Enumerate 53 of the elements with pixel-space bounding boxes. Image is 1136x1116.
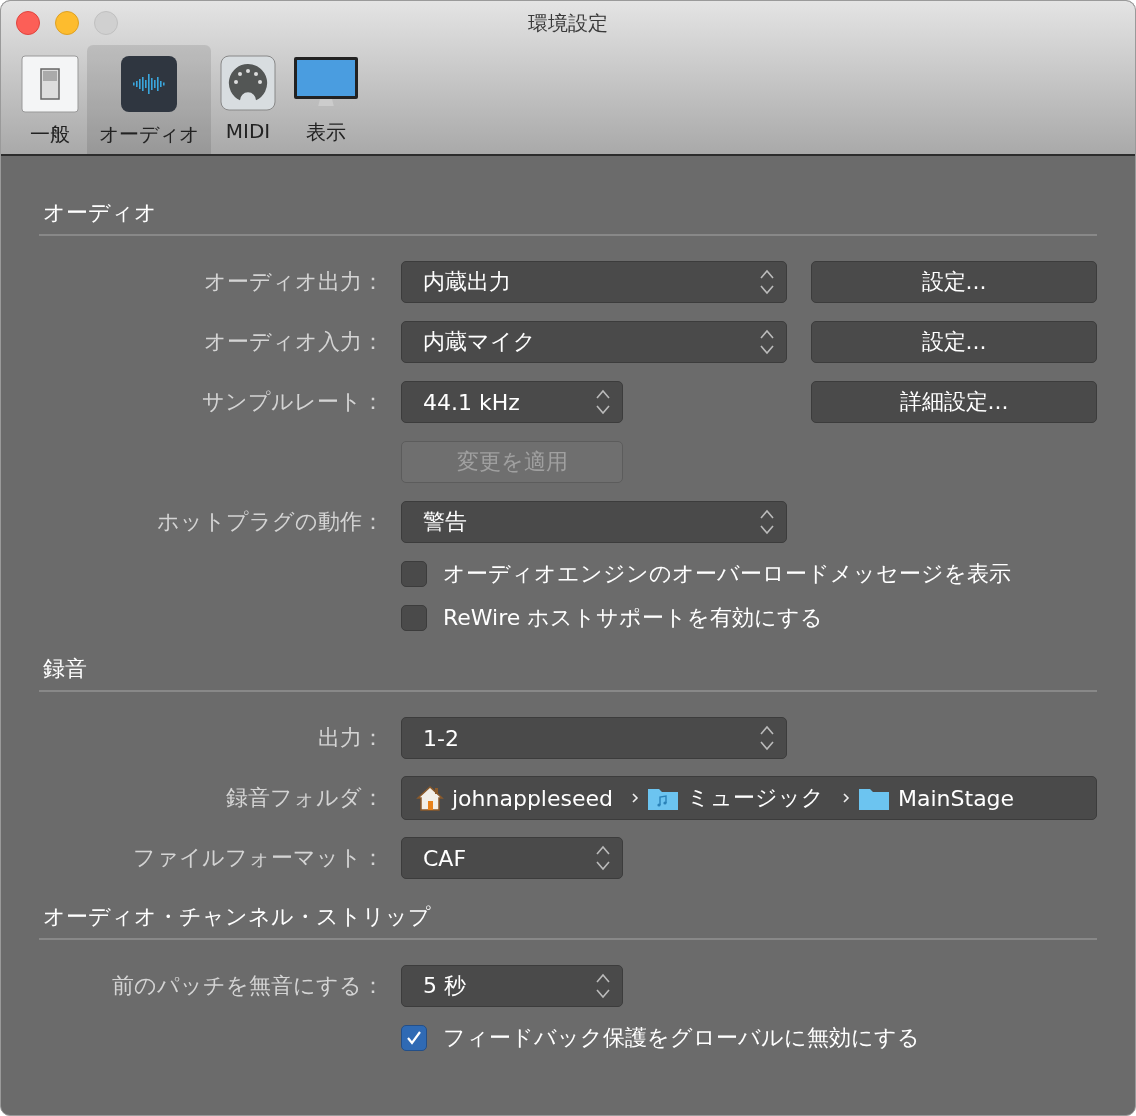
checkmark-icon (405, 1029, 423, 1047)
stepper-arrows-icon (760, 329, 774, 355)
checkbox[interactable] (401, 561, 427, 587)
field-label: 出力： (317, 724, 385, 752)
stepper-arrows-icon (596, 845, 610, 871)
settings-button[interactable]: 設定... (811, 261, 1097, 303)
settings-button[interactable]: 詳細設定... (811, 381, 1097, 423)
section-heading: オーディオ・チャンネル・ストリップ (43, 903, 432, 931)
chevron-icon (842, 792, 850, 804)
folder-name: ミュージック (687, 784, 824, 812)
field-label: オーディオ入力： (203, 328, 385, 356)
field-label: オーディオ出力： (203, 268, 385, 296)
checkbox-label: フィードバック保護をグローバルに無効にする (443, 1024, 920, 1052)
stepper-arrows-icon (596, 389, 610, 415)
section-heading: オーディオ (43, 199, 158, 227)
zoom-button[interactable] (94, 11, 118, 35)
window-title: 環境設定 (528, 9, 608, 37)
folder-name: johnappleseed (452, 785, 613, 811)
popup-menu[interactable]: CAF (401, 837, 623, 879)
path-control[interactable]: johnappleseed ミュージック MainStage (401, 776, 1097, 820)
field-label: サンプルレート： (201, 388, 385, 416)
popup-menu[interactable]: 内蔵マイク (401, 321, 787, 363)
minimize-button[interactable] (55, 11, 79, 35)
waveform-icon (120, 55, 178, 113)
midi-connector-icon (220, 55, 276, 111)
checkbox[interactable] (401, 1025, 427, 1051)
toolbar-tab[interactable]: 表示 (285, 45, 367, 154)
folder-name: MainStage (898, 785, 1015, 811)
switch-icon (21, 55, 79, 113)
section-heading: 録音 (43, 655, 88, 683)
stepper-arrows-icon (596, 973, 610, 999)
chevron-icon (631, 792, 639, 804)
settings-button[interactable]: 設定... (811, 321, 1097, 363)
popup-menu[interactable]: 1-2 (401, 717, 787, 759)
close-button[interactable] (16, 11, 40, 35)
checkbox[interactable] (401, 605, 427, 631)
popup-menu[interactable]: 5 秒 (401, 965, 623, 1007)
checkbox-label: オーディオエンジンのオーバーロードメッセージを表示 (443, 560, 1011, 588)
popup-menu[interactable]: 44.1 kHz (401, 381, 623, 423)
stepper-arrows-icon (760, 725, 774, 751)
toolbar-tab[interactable]: 一般 (13, 45, 87, 154)
field-label: 前のパッチを無音にする： (111, 972, 385, 1000)
checkbox-label: ReWire ホストサポートを有効にする (443, 604, 824, 632)
house-icon (416, 785, 444, 811)
field-label: 録音フォルダ： (225, 784, 385, 812)
field-label: ホットプラグの動作： (156, 508, 385, 536)
stepper-arrows-icon (760, 509, 774, 535)
toolbar-tab[interactable]: オーディオ (87, 45, 211, 154)
toolbar-tab[interactable]: MIDI (211, 45, 285, 154)
stepper-arrows-icon (760, 269, 774, 295)
popup-menu[interactable]: 内蔵出力 (401, 261, 787, 303)
field-label: ファイルフォーマット： (132, 844, 385, 872)
popup-menu[interactable]: 警告 (401, 501, 787, 543)
